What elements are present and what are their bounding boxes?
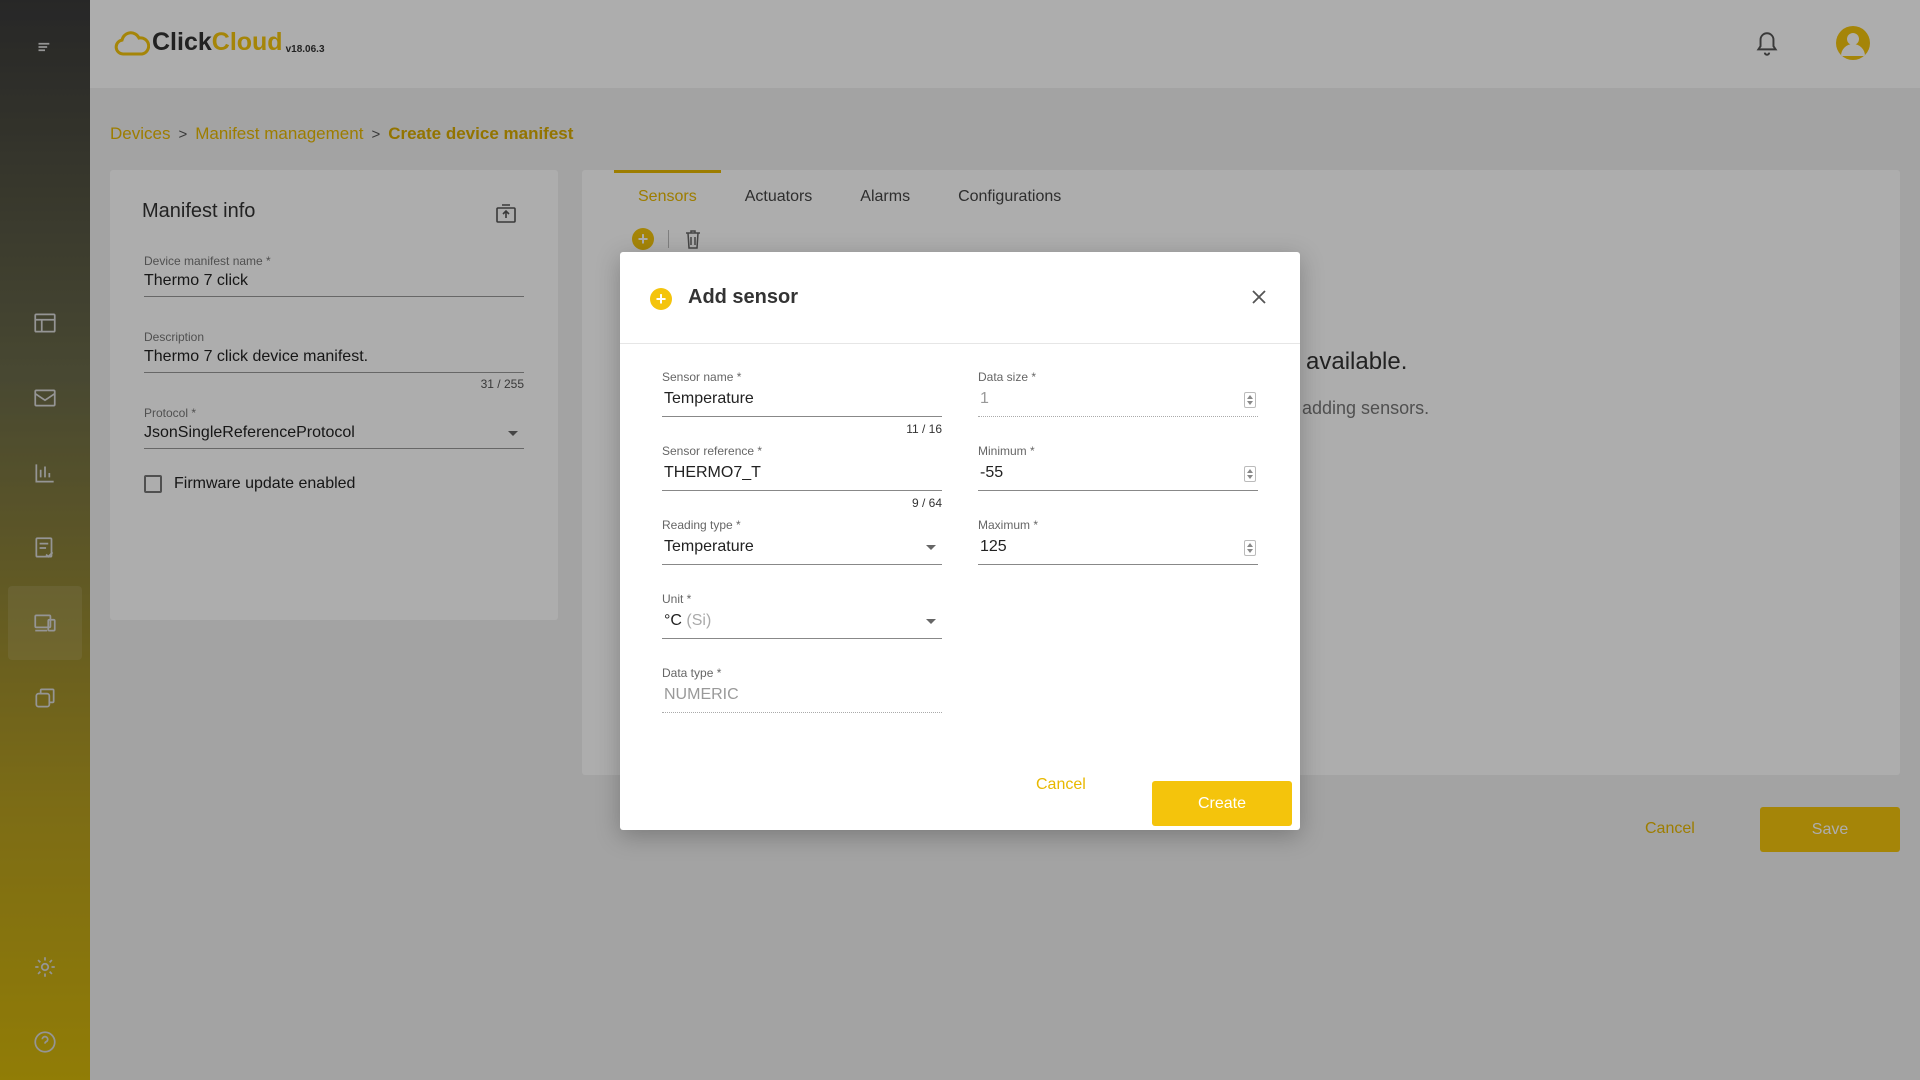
sensor-name-input[interactable]: Temperature xyxy=(662,390,942,417)
minimum-label: Minimum * xyxy=(978,444,1035,458)
close-icon[interactable] xyxy=(1248,286,1270,308)
data-size-input: 1 xyxy=(978,390,1258,417)
data-type-input: NUMERIC xyxy=(662,686,942,713)
maximum-label: Maximum * xyxy=(978,518,1039,532)
maximum-input[interactable]: 125 xyxy=(978,538,1258,565)
reading-type-field: Reading type * Temperature xyxy=(662,518,942,565)
minimum-input[interactable]: -55 xyxy=(978,464,1258,491)
sensor-name-counter: 11 / 16 xyxy=(906,422,942,436)
sensor-name-field: Sensor name * Temperature 11 / 16 xyxy=(662,370,942,436)
unit-value: °C xyxy=(664,612,682,629)
dropdown-arrow-icon xyxy=(926,545,936,550)
sensor-reference-label: Sensor reference * xyxy=(662,444,763,458)
unit-field: Unit * °C (Si) xyxy=(662,592,942,639)
number-spinner-icon[interactable] xyxy=(1244,466,1256,482)
data-type-label: Data type * xyxy=(662,666,722,680)
unit-label: Unit * xyxy=(662,592,692,606)
sensor-reference-counter: 9 / 64 xyxy=(911,496,942,510)
minimum-value: -55 xyxy=(980,464,1004,481)
unit-system: (Si) xyxy=(686,612,712,629)
reading-type-value: Temperature xyxy=(664,538,754,555)
minimum-field: Minimum * -55 xyxy=(978,444,1258,491)
reading-type-select[interactable]: Temperature xyxy=(662,538,942,565)
number-spinner-icon xyxy=(1244,392,1256,408)
data-size-label: Data size * xyxy=(978,370,1037,384)
sensor-reference-field: Sensor reference * THERMO7_T 9 / 64 xyxy=(662,444,942,510)
dialog-cancel-button[interactable]: Cancel xyxy=(1036,776,1086,794)
maximum-value: 125 xyxy=(980,538,1007,555)
data-size-value: 1 xyxy=(980,390,989,407)
data-type-field: Data type * NUMERIC xyxy=(662,666,942,713)
sensor-name-label: Sensor name * xyxy=(662,370,742,384)
add-sensor-dialog: + Add sensor Sensor name * Temperature 1… xyxy=(620,252,1300,830)
sensor-reference-input[interactable]: THERMO7_T xyxy=(662,464,942,491)
number-spinner-icon[interactable] xyxy=(1244,540,1256,556)
maximum-field: Maximum * 125 xyxy=(978,518,1258,565)
dropdown-arrow-icon xyxy=(926,619,936,624)
dialog-title: Add sensor xyxy=(688,286,799,308)
unit-select[interactable]: °C (Si) xyxy=(662,612,942,639)
add-circle-icon: + xyxy=(650,288,672,310)
dialog-header: + Add sensor xyxy=(620,252,1300,344)
data-size-field: Data size * 1 xyxy=(978,370,1258,417)
dialog-create-button[interactable]: Create xyxy=(1152,781,1292,826)
reading-type-label: Reading type * xyxy=(662,518,741,532)
